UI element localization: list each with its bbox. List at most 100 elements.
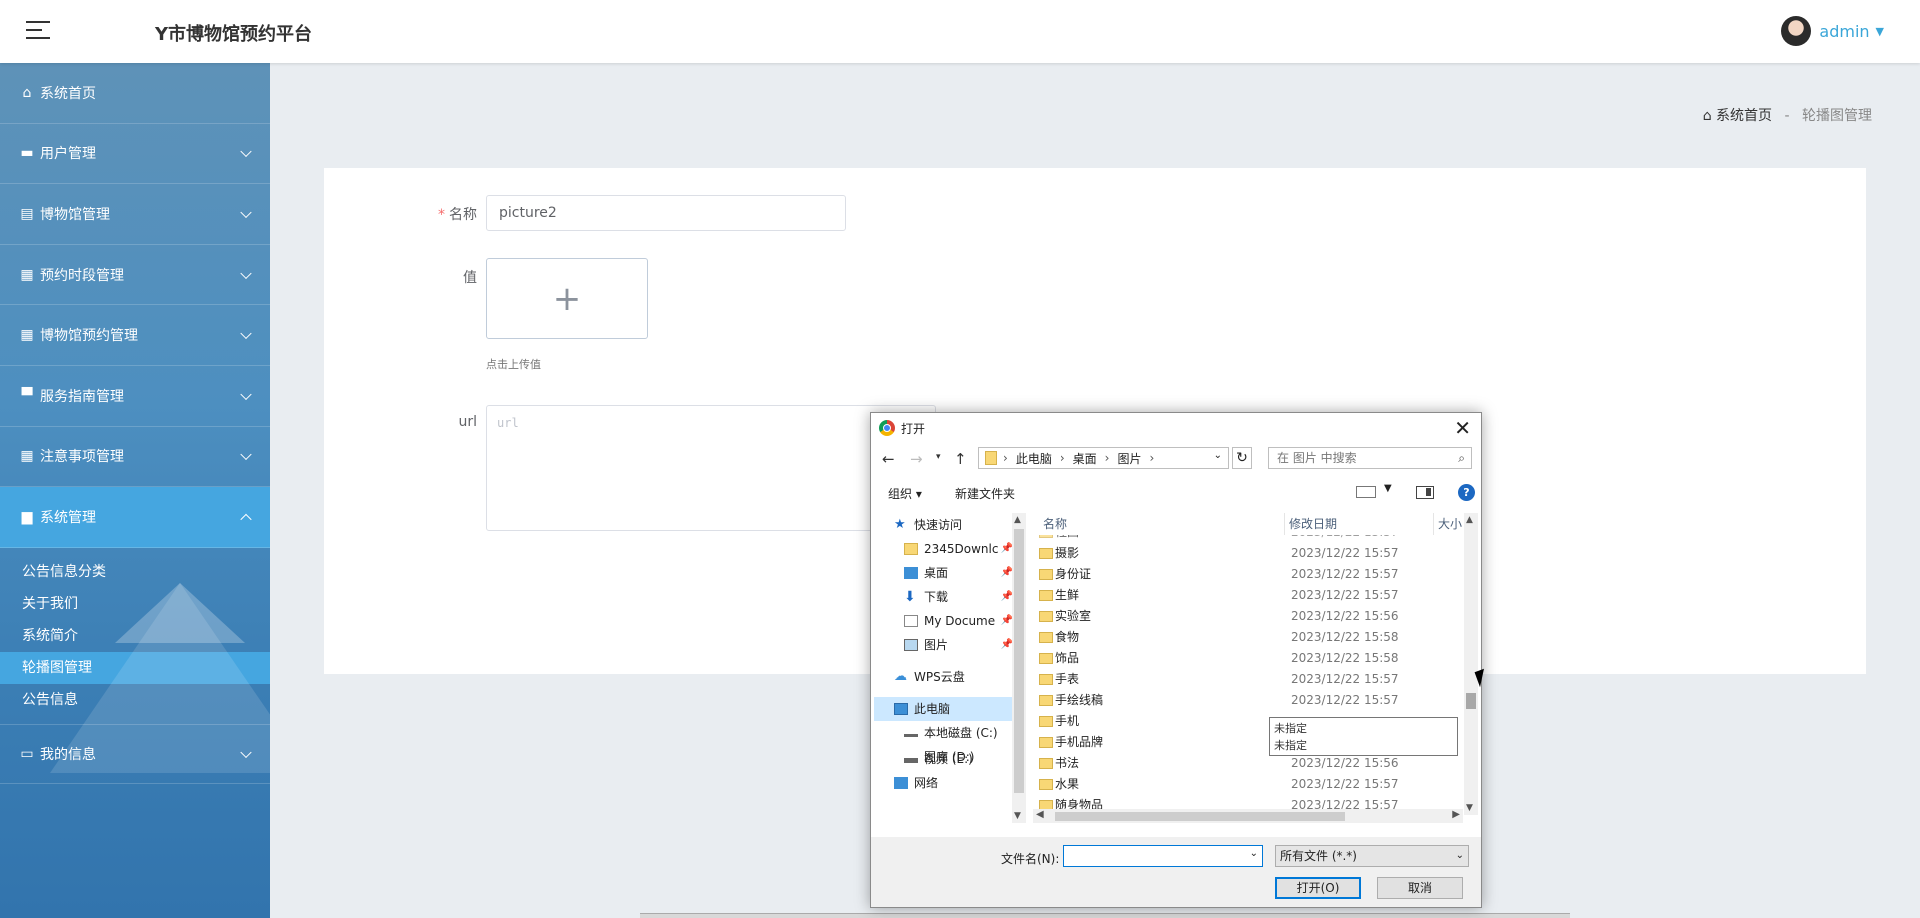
organize-button[interactable]: 组织 ▾	[888, 485, 922, 502]
tree-item-download[interactable]: ⬇ 下载 📌	[904, 585, 1012, 609]
sidebar-item-users[interactable]: ▬ 用户管理	[0, 124, 270, 185]
new-folder-button[interactable]: 新建文件夹	[955, 485, 1015, 502]
grid-icon: ▦	[20, 448, 34, 465]
folder-icon	[985, 451, 997, 465]
pin-icon: 📌	[1000, 615, 1012, 626]
scrollbar-thumb[interactable]	[1014, 529, 1024, 793]
sidebar-item-notices[interactable]: ▦ 注意事项管理	[0, 427, 270, 488]
address-bar[interactable]: › 此电脑 › 桌面 › 图片 › ⌄	[978, 447, 1229, 469]
drive-icon	[904, 729, 918, 737]
mountain-snow-decoration	[115, 583, 245, 643]
search-input[interactable]: 在 图片 中搜索 ⌕	[1268, 447, 1472, 469]
avatar	[1781, 16, 1812, 46]
tree-item-this-pc[interactable]: 此电脑	[874, 697, 1012, 721]
list-item[interactable]: 身份证 2023/12/22 15:57	[1033, 564, 1463, 585]
scrollbar-thumb[interactable]	[1055, 812, 1345, 821]
path-segment[interactable]: 桌面	[1073, 450, 1097, 467]
sidebar-item-reservations[interactable]: ▦ 博物馆预约管理	[0, 305, 270, 366]
tree-item-wps-cloud[interactable]: ☁ WPS云盘	[894, 665, 965, 689]
open-button[interactable]: 打开(O)	[1275, 877, 1361, 899]
tree-item-drive-e[interactable]: 视频 (E:)	[904, 747, 973, 771]
list-item[interactable]: 水果 2023/12/22 15:57	[1033, 774, 1463, 795]
upload-button[interactable]: +	[486, 258, 648, 339]
sidebar-item-label: 博物馆管理	[40, 206, 110, 223]
dialog-nav-row: ← → ▾ ↑ › 此电脑 › 桌面 › 图片 › ⌄ ↻ 在 图片 中搜索 ⌕	[871, 446, 1481, 474]
file-list-vscrollbar[interactable]: ▲ ▼	[1464, 513, 1478, 815]
list-item[interactable]: 书法 2023/12/22 15:56	[1033, 753, 1463, 774]
taskbar-strip	[640, 913, 1570, 918]
url-textarea[interactable]: url	[486, 405, 936, 531]
home-icon: ⌂	[22, 84, 32, 101]
hamburger-menu-icon[interactable]	[26, 21, 50, 41]
sidebar-item-guides[interactable]: ▀ 服务指南管理	[0, 366, 270, 427]
chevron-down-icon[interactable]: ⌄	[1214, 450, 1222, 461]
nav-pane-scrollbar[interactable]: ▲ ▼	[1012, 513, 1026, 823]
column-header-size[interactable]: 大小	[1438, 513, 1462, 535]
scroll-left-icon[interactable]: ◀	[1036, 809, 1044, 820]
tree-item-pictures[interactable]: 图片 📌	[904, 633, 1012, 657]
refresh-icon[interactable]: ↻	[1232, 447, 1252, 469]
help-icon[interactable]: ?	[1458, 484, 1475, 501]
preview-pane-icon[interactable]	[1416, 486, 1434, 499]
tooltip: 未指定 未指定	[1269, 717, 1458, 756]
tree-item-drive-c[interactable]: 本地磁盘 (C:)	[904, 721, 998, 745]
sidebar-item-home[interactable]: ⌂ 系统首页	[0, 63, 270, 124]
back-arrow-icon[interactable]: ←	[882, 450, 895, 468]
scroll-up-icon[interactable]: ▲	[1466, 515, 1473, 525]
path-segment[interactable]: 此电脑	[1016, 450, 1052, 467]
scroll-down-icon[interactable]: ▼	[1014, 811, 1021, 821]
cancel-button[interactable]: 取消	[1377, 877, 1463, 899]
column-header-name[interactable]: 名称	[1043, 513, 1067, 535]
column-header-date[interactable]: 修改日期	[1289, 513, 1337, 535]
star-icon: ★	[894, 517, 906, 532]
folder-icon	[1039, 695, 1053, 706]
tree-item-network[interactable]: 网络	[894, 777, 938, 789]
name-label: * 名称	[397, 204, 477, 224]
recent-dropdown-icon[interactable]: ▾	[936, 452, 941, 462]
scroll-up-icon[interactable]: ▲	[1014, 515, 1021, 525]
close-icon[interactable]: ✕	[1454, 416, 1471, 440]
folder-icon	[904, 543, 918, 555]
computer-icon	[894, 703, 908, 715]
list-item[interactable]: 饰品 2023/12/22 15:58	[1033, 648, 1463, 669]
user-icon: ▬	[20, 145, 34, 162]
list-item[interactable]: 实验室 2023/12/22 15:56	[1033, 606, 1463, 627]
list-item[interactable]: 食物 2023/12/22 15:58	[1033, 627, 1463, 648]
tree-item-quick-access[interactable]: ★ 快速访问	[894, 513, 962, 537]
folder-icon	[1039, 611, 1053, 622]
breadcrumb-home[interactable]: 系统首页	[1716, 108, 1772, 124]
sidebar-item-system[interactable]: ▆ 系统管理	[0, 487, 270, 548]
list-item[interactable]: 手表 2023/12/22 15:57	[1033, 669, 1463, 690]
tree-item-desktop[interactable]: 桌面 📌	[904, 561, 1012, 585]
scrollbar-thumb[interactable]	[1466, 693, 1476, 709]
tree-item-documents[interactable]: My Docume 📌	[904, 609, 1012, 633]
list-item[interactable]: 柱国2023/12/22 15:57	[1033, 535, 1463, 543]
filetype-select[interactable]: 所有文件 (*.*) ⌄	[1275, 845, 1469, 867]
view-options-icon[interactable]	[1356, 486, 1376, 498]
scroll-down-icon[interactable]: ▼	[1466, 803, 1473, 813]
pin-icon: 📌	[1000, 639, 1012, 650]
chevron-down-icon	[240, 206, 252, 219]
user-menu[interactable]: admin ▼	[1781, 16, 1884, 46]
up-arrow-icon[interactable]: ↑	[954, 450, 967, 468]
search-placeholder: 在 图片 中搜索	[1277, 451, 1357, 465]
search-icon: ⌕	[1458, 451, 1465, 465]
tooltip-line: 未指定	[1274, 722, 1307, 735]
sidebar-item-profile[interactable]: ▭ 我的信息	[0, 723, 270, 785]
forward-arrow-icon[interactable]: →	[910, 450, 923, 468]
list-item[interactable]: 手绘线稿 2023/12/22 15:57	[1033, 690, 1463, 711]
file-list-hscrollbar[interactable]: ◀ ▶	[1033, 809, 1463, 823]
scroll-right-icon[interactable]: ▶	[1452, 809, 1460, 820]
list-item[interactable]: 生鲜 2023/12/22 15:57	[1033, 585, 1463, 606]
path-segment[interactable]: 图片	[1117, 450, 1141, 467]
chevron-down-icon[interactable]: ⌄	[1250, 848, 1258, 859]
sidebar-item-timeslots[interactable]: ▦ 预约时段管理	[0, 245, 270, 306]
sidebar-item-museums[interactable]: ▤ 博物馆管理	[0, 184, 270, 245]
tree-item-downloads-2345[interactable]: 2345Downlc 📌	[904, 537, 1012, 561]
drive-icon	[904, 755, 918, 763]
chevron-down-icon[interactable]: ▼	[1384, 483, 1392, 494]
name-input[interactable]: picture2	[486, 195, 846, 231]
tooltip-line: 未指定	[1274, 739, 1307, 752]
list-item[interactable]: 摄影 2023/12/22 15:57	[1033, 543, 1463, 564]
filename-input[interactable]: ⌄	[1063, 845, 1263, 867]
